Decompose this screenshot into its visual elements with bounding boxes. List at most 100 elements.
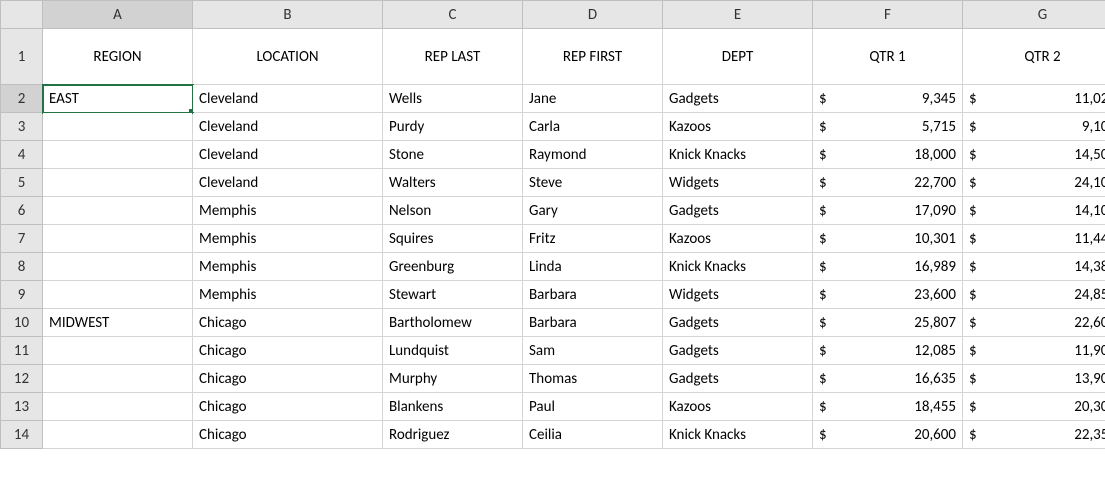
cell-C13[interactable]: Blankens — [383, 393, 523, 421]
cell-B8[interactable]: Memphis — [193, 253, 383, 281]
cell-A4[interactable] — [43, 141, 193, 169]
spreadsheet[interactable]: A B C D E F G 1 REGION LOCATION REP LAST… — [0, 0, 1105, 449]
cell-B3[interactable]: Cleveland — [193, 113, 383, 141]
row-header-5[interactable]: 5 — [1, 169, 43, 197]
cell-E10[interactable]: Gadgets — [663, 309, 813, 337]
row-header-6[interactable]: 6 — [1, 197, 43, 225]
cell-A7[interactable] — [43, 225, 193, 253]
row-header-2[interactable]: 2 — [1, 85, 43, 113]
cell-F6[interactable]: $17,090 — [813, 197, 963, 225]
cell-F3[interactable]: $5,715 — [813, 113, 963, 141]
cell-G9[interactable]: $24,850 — [963, 281, 1105, 309]
cell-E9[interactable]: Widgets — [663, 281, 813, 309]
cell-F9[interactable]: $23,600 — [813, 281, 963, 309]
cell-G10[interactable]: $22,600 — [963, 309, 1105, 337]
cell-E7[interactable]: Kazoos — [663, 225, 813, 253]
cell-E8[interactable]: Knick Knacks — [663, 253, 813, 281]
cell-E13[interactable]: Kazoos — [663, 393, 813, 421]
cell-D7[interactable]: Fritz — [523, 225, 663, 253]
cell-C4[interactable]: Stone — [383, 141, 523, 169]
cell-C12[interactable]: Murphy — [383, 365, 523, 393]
cell-A2[interactable]: EAST — [43, 85, 193, 113]
cell-G8[interactable]: $14,385 — [963, 253, 1105, 281]
cell-D6[interactable]: Gary — [523, 197, 663, 225]
cell-F4[interactable]: $18,000 — [813, 141, 963, 169]
cell-D3[interactable]: Carla — [523, 113, 663, 141]
cell-F1[interactable]: QTR 1 — [813, 29, 963, 85]
cell-F11[interactable]: $12,085 — [813, 337, 963, 365]
col-header-G[interactable]: G — [963, 1, 1105, 29]
cell-F7[interactable]: $10,301 — [813, 225, 963, 253]
row-header-4[interactable]: 4 — [1, 141, 43, 169]
cell-G12[interactable]: $13,900 — [963, 365, 1105, 393]
cell-F13[interactable]: $18,455 — [813, 393, 963, 421]
cell-G1[interactable]: QTR 2 — [963, 29, 1105, 85]
cell-A12[interactable] — [43, 365, 193, 393]
cell-G4[interactable]: $14,500 — [963, 141, 1105, 169]
cell-F12[interactable]: $16,635 — [813, 365, 963, 393]
col-header-E[interactable]: E — [663, 1, 813, 29]
cell-A13[interactable] — [43, 393, 193, 421]
row-header-8[interactable]: 8 — [1, 253, 43, 281]
col-header-A[interactable]: A — [43, 1, 193, 29]
col-header-F[interactable]: F — [813, 1, 963, 29]
row-header-10[interactable]: 10 — [1, 309, 43, 337]
cell-C6[interactable]: Nelson — [383, 197, 523, 225]
row-header-3[interactable]: 3 — [1, 113, 43, 141]
cell-B9[interactable]: Memphis — [193, 281, 383, 309]
cell-C7[interactable]: Squires — [383, 225, 523, 253]
row-header-9[interactable]: 9 — [1, 281, 43, 309]
cell-A6[interactable] — [43, 197, 193, 225]
cell-C5[interactable]: Walters — [383, 169, 523, 197]
cell-A3[interactable] — [43, 113, 193, 141]
cell-C2[interactable]: Wells — [383, 85, 523, 113]
cell-D10[interactable]: Barbara — [523, 309, 663, 337]
cell-E3[interactable]: Kazoos — [663, 113, 813, 141]
cell-D5[interactable]: Steve — [523, 169, 663, 197]
cell-F14[interactable]: $20,600 — [813, 421, 963, 449]
cell-G11[interactable]: $11,900 — [963, 337, 1105, 365]
cell-E14[interactable]: Knick Knacks — [663, 421, 813, 449]
cell-B2[interactable]: Cleveland — [193, 85, 383, 113]
cell-B12[interactable]: Chicago — [193, 365, 383, 393]
row-header-7[interactable]: 7 — [1, 225, 43, 253]
cell-D1[interactable]: REP FIRST — [523, 29, 663, 85]
cell-B13[interactable]: Chicago — [193, 393, 383, 421]
cell-A14[interactable] — [43, 421, 193, 449]
cell-B5[interactable]: Cleveland — [193, 169, 383, 197]
cell-A9[interactable] — [43, 281, 193, 309]
cell-C8[interactable]: Greenburg — [383, 253, 523, 281]
cell-C14[interactable]: Rodriguez — [383, 421, 523, 449]
cell-F5[interactable]: $22,700 — [813, 169, 963, 197]
cell-D8[interactable]: Linda — [523, 253, 663, 281]
cell-A1[interactable]: REGION — [43, 29, 193, 85]
cell-A8[interactable] — [43, 253, 193, 281]
cell-G7[interactable]: $11,445 — [963, 225, 1105, 253]
cell-D14[interactable]: Ceilia — [523, 421, 663, 449]
cell-G13[interactable]: $20,300 — [963, 393, 1105, 421]
row-header-12[interactable]: 12 — [1, 365, 43, 393]
cell-F8[interactable]: $16,989 — [813, 253, 963, 281]
cell-D12[interactable]: Thomas — [523, 365, 663, 393]
cell-F10[interactable]: $25,807 — [813, 309, 963, 337]
cell-E4[interactable]: Knick Knacks — [663, 141, 813, 169]
cell-C10[interactable]: Bartholomew — [383, 309, 523, 337]
cell-G14[interactable]: $22,350 — [963, 421, 1105, 449]
cell-B7[interactable]: Memphis — [193, 225, 383, 253]
cell-G5[interactable]: $24,100 — [963, 169, 1105, 197]
row-header-11[interactable]: 11 — [1, 337, 43, 365]
cell-D2[interactable]: Jane — [523, 85, 663, 113]
cell-C1[interactable]: REP LAST — [383, 29, 523, 85]
cell-G3[interactable]: $9,100 — [963, 113, 1105, 141]
cell-D13[interactable]: Paul — [523, 393, 663, 421]
cell-E5[interactable]: Widgets — [663, 169, 813, 197]
cell-G6[interactable]: $14,100 — [963, 197, 1105, 225]
cell-B10[interactable]: Chicago — [193, 309, 383, 337]
cell-A11[interactable] — [43, 337, 193, 365]
cell-D9[interactable]: Barbara — [523, 281, 663, 309]
row-header-14[interactable]: 14 — [1, 421, 43, 449]
cell-E11[interactable]: Gadgets — [663, 337, 813, 365]
cell-C3[interactable]: Purdy — [383, 113, 523, 141]
cell-A5[interactable] — [43, 169, 193, 197]
cell-B1[interactable]: LOCATION — [193, 29, 383, 85]
